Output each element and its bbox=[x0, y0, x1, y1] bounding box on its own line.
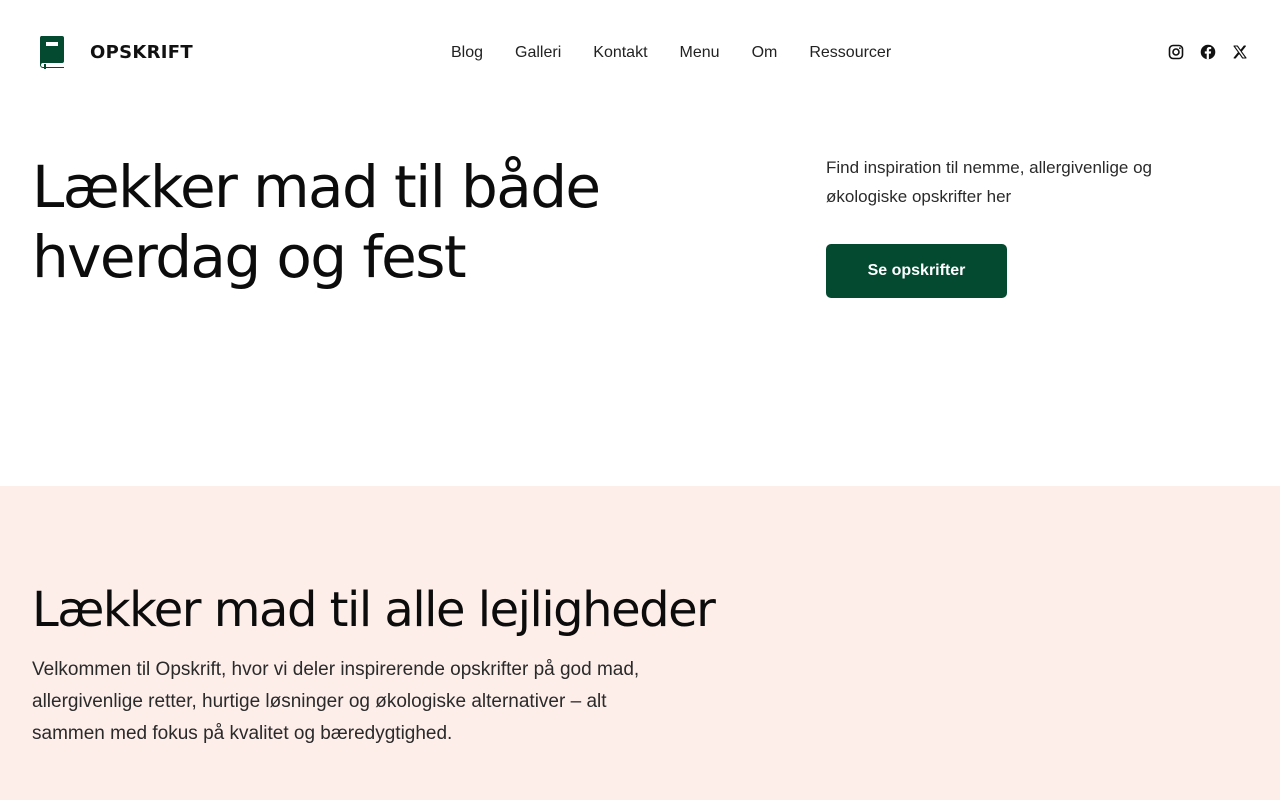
facebook-icon bbox=[1200, 44, 1216, 60]
hero-subtitle: Find inspiration til nemme, allergivenli… bbox=[826, 158, 1152, 206]
nav-item-menu[interactable]: Menu bbox=[680, 40, 720, 66]
x-link[interactable] bbox=[1232, 44, 1248, 60]
nav-item-kontakt[interactable]: Kontakt bbox=[593, 40, 647, 66]
site-header: OPSKRIFT Blog Galleri Kontakt Menu Om Re… bbox=[0, 0, 1280, 106]
book-icon bbox=[39, 36, 64, 69]
nav-item-blog[interactable]: Blog bbox=[451, 40, 483, 66]
nav-item-ressourcer[interactable]: Ressourcer bbox=[809, 40, 891, 66]
instagram-icon bbox=[1168, 44, 1184, 60]
logo-link[interactable] bbox=[38, 35, 66, 69]
facebook-link[interactable] bbox=[1200, 44, 1216, 60]
intro-section: Lækker mad til alle lejligheder Velkomme… bbox=[0, 486, 1280, 800]
see-recipes-button[interactable]: Se opskrifter bbox=[826, 244, 1007, 298]
instagram-link[interactable] bbox=[1168, 44, 1184, 60]
nav-item-om[interactable]: Om bbox=[752, 40, 778, 66]
intro-text: Velkommen til Opskrift, hvor vi deler in… bbox=[32, 659, 640, 744]
x-icon bbox=[1233, 45, 1247, 59]
nav-item-galleri[interactable]: Galleri bbox=[515, 40, 561, 66]
intro-title: Lækker mad til alle lejligheder bbox=[32, 582, 716, 638]
main-nav: Blog Galleri Kontakt Menu Om Ressourcer bbox=[451, 40, 891, 66]
hero-title: Lækker mad til både hverdag og fest bbox=[32, 153, 601, 291]
brand-name[interactable]: OPSKRIFT bbox=[90, 40, 193, 66]
